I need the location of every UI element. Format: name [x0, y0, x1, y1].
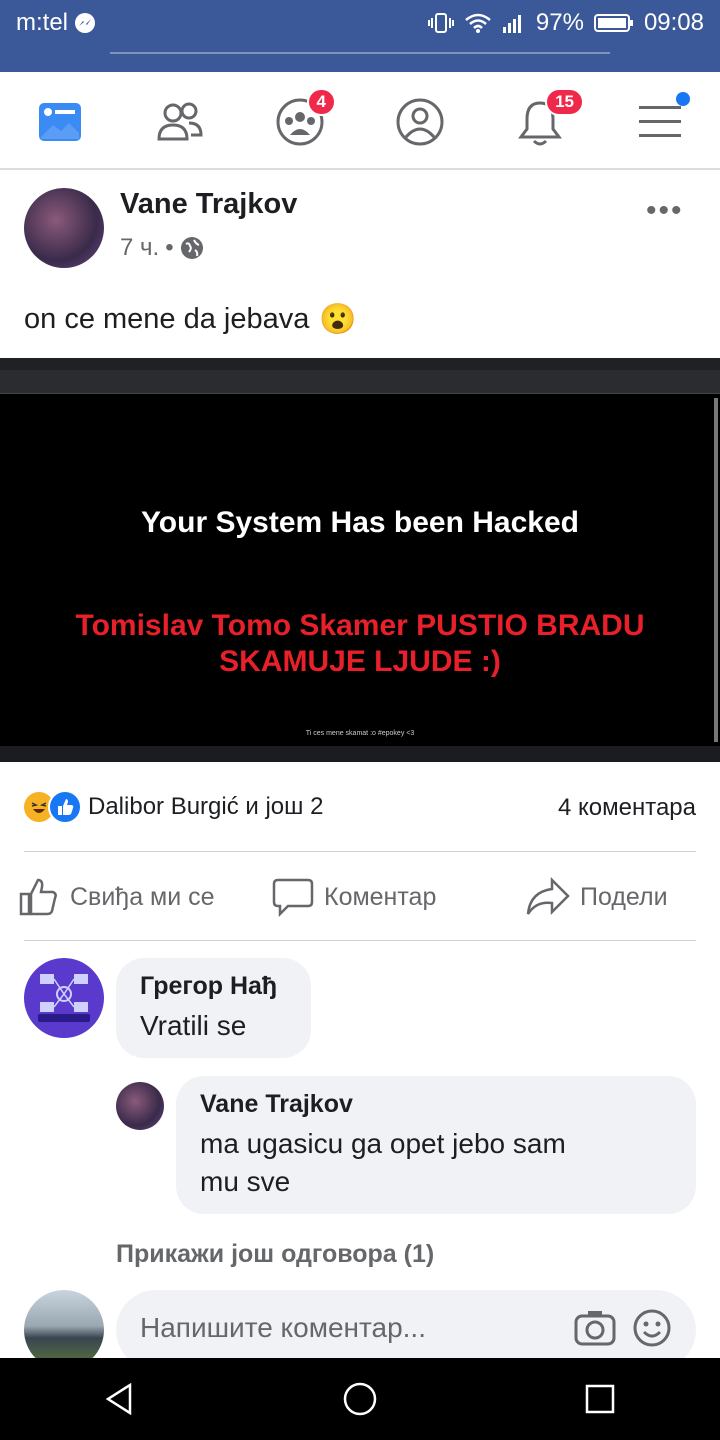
tab-notifications[interactable]: 15	[510, 88, 584, 152]
hosting-logo-icon	[38, 974, 90, 1022]
comment-button[interactable]: Коментар	[272, 876, 436, 918]
reply-text-line1: ma ugasicu ga opet jebo sam	[200, 1128, 566, 1159]
comment-text: Vratili se	[140, 1010, 247, 1041]
divider	[24, 940, 696, 941]
vibrate-icon	[427, 13, 454, 33]
news-feed-icon	[39, 103, 81, 141]
home-icon[interactable]	[342, 1381, 378, 1417]
post-author-name[interactable]: Vane Trajkov	[120, 188, 297, 221]
like-reaction-icon	[48, 790, 82, 824]
image-scrollbar	[714, 398, 718, 742]
battery-icon	[593, 14, 633, 32]
signal-icon	[502, 15, 521, 33]
reply-bubble[interactable]: Vane Trajkov ma ugasicu ga opet jebo sam…	[176, 1076, 696, 1214]
status-bar: m:tel 97% 09:08	[0, 0, 720, 46]
app-header-band	[0, 46, 720, 72]
top-navigation: 4 15	[0, 72, 720, 170]
image-hacked-line3: SKAMUJE LJUDE :)	[219, 645, 501, 678]
share-label: Подели	[580, 882, 668, 911]
tab-friends[interactable]	[150, 92, 210, 152]
divider	[24, 851, 696, 852]
surprised-emoji: 😮	[319, 303, 357, 336]
comments-count[interactable]: 4 коментара	[558, 794, 696, 822]
share-button[interactable]: Подели	[526, 876, 668, 918]
friends-icon	[157, 102, 203, 141]
camera-icon[interactable]	[574, 1308, 616, 1348]
notifications-badge: 15	[545, 88, 584, 116]
comment-bubble[interactable]: Грегор Нађ Vratili se	[116, 958, 311, 1058]
tab-news-feed[interactable]	[30, 92, 90, 152]
post-text-content: on ce mene da jebava	[24, 303, 310, 335]
menu-new-dot	[676, 92, 690, 106]
like-button[interactable]: Свиђа ми се	[18, 876, 215, 918]
author-avatar[interactable]	[24, 188, 104, 268]
post-text: on ce mene da jebava 😮	[24, 302, 357, 337]
menu-icon	[639, 106, 681, 137]
post-time-separator: •	[165, 234, 174, 261]
post-timestamp: 7 ч. •	[120, 234, 204, 262]
comment-icon	[272, 878, 314, 918]
post-options-button[interactable]: •••	[646, 194, 684, 228]
like-label: Свиђа ми се	[70, 882, 215, 911]
comment-input-placeholder: Напишите коментар...	[140, 1312, 426, 1343]
carrier-label: m:tel	[16, 9, 69, 36]
recents-icon[interactable]	[582, 1381, 618, 1417]
share-icon	[526, 876, 570, 916]
comment-author[interactable]: Грегор Нађ	[140, 972, 287, 1001]
image-hacked-line2: Tomislav Tomo Skamer PUSTIO BRADU	[75, 609, 645, 642]
messenger-icon	[75, 13, 96, 33]
tab-groups[interactable]: 4	[270, 88, 336, 152]
comment-label: Коментар	[324, 882, 437, 911]
reply-author-avatar[interactable]	[116, 1082, 164, 1130]
reply-text: ma ugasicu ga opet jebo sam mu sve	[200, 1125, 672, 1201]
clock: 09:08	[643, 9, 704, 36]
tab-menu[interactable]	[630, 92, 690, 152]
reactions-text: Dalibor Burgić и још 2	[88, 793, 324, 820]
image-hacked-title: Your System Has been Hacked	[141, 506, 579, 539]
android-navigation-bar	[0, 1358, 720, 1440]
image-hacked-message: Tomislav Tomo Skamer PUSTIO BRADU SKAMUJ…	[0, 608, 720, 680]
image-taskbar	[0, 746, 720, 762]
reply-author[interactable]: Vane Trajkov	[200, 1090, 672, 1119]
reply-text-line2: mu sve	[200, 1166, 291, 1197]
profile-icon	[396, 98, 444, 146]
post-image[interactable]: Your System Has been Hacked Tomislav Tom…	[0, 358, 720, 762]
post-time-label: 7 ч.	[120, 234, 160, 261]
tab-profile[interactable]	[390, 92, 450, 152]
image-browser-address-bar	[0, 370, 720, 382]
battery-percent: 97%	[535, 9, 584, 36]
show-more-replies-link[interactable]: Прикажи још одговора (1)	[116, 1240, 434, 1269]
globe-icon	[180, 237, 203, 259]
reactions-summary[interactable]: Dalibor Burgić и још 2	[22, 790, 323, 824]
post-actions: Свиђа ми се Коментар Подели	[0, 868, 720, 924]
image-browser-tabs	[0, 358, 720, 370]
wifi-icon	[465, 13, 491, 33]
commenter-avatar[interactable]	[24, 958, 104, 1038]
like-icon	[19, 878, 57, 916]
emoji-icon[interactable]	[632, 1308, 672, 1348]
image-browser-bookmarks	[0, 382, 720, 394]
image-footer-text: Ti ces mene skamat :o #epokey <3	[305, 730, 415, 737]
groups-badge: 4	[306, 88, 336, 116]
back-icon[interactable]	[102, 1381, 138, 1417]
